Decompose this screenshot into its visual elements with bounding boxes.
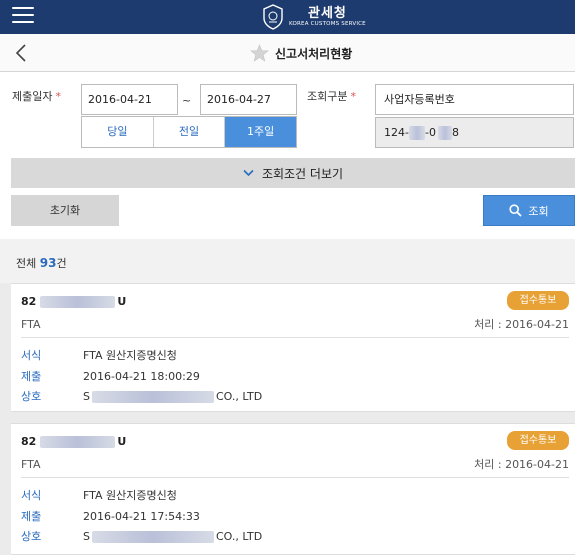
search-button[interactable]: 조회: [483, 195, 575, 226]
record-type: FTA: [21, 458, 41, 471]
total-count: 전체 93건: [16, 255, 67, 271]
form-value: FTA 원산지증명신청: [83, 349, 177, 362]
card-divider: [21, 337, 569, 338]
search-icon: [509, 204, 523, 217]
total-number: 93: [39, 256, 57, 270]
card-divider: [21, 477, 569, 478]
company-key: 상호: [21, 530, 42, 543]
record-type: FTA: [21, 318, 41, 331]
biz-no-suffix: 8: [451, 126, 459, 139]
chevron-down-icon: [243, 169, 254, 177]
status-badge: 접수통보: [507, 291, 569, 310]
date-to-input[interactable]: 2016-04-27: [200, 84, 297, 115]
processed-date: 처리 : 2016-04-21: [474, 318, 569, 331]
required-mark: *: [350, 90, 356, 103]
decl-no-prefix: 82: [21, 435, 37, 448]
decl-no-suffix: U: [117, 435, 127, 448]
company-suffix: CO., LTD: [215, 390, 263, 403]
company-prefix: S: [83, 390, 90, 403]
query-label-wrap: 조회구분 *: [307, 88, 356, 104]
date-label-wrap: 제출일자 *: [12, 88, 61, 104]
submit-key: 제출: [21, 510, 42, 523]
submit-row: 제출 2016-04-21 17:54:33: [21, 508, 200, 524]
query-type-select[interactable]: 사업자등록번호: [375, 84, 574, 115]
company-row: 상호 S CO., LTD: [21, 388, 262, 404]
total-suffix: 건: [56, 257, 67, 270]
form-row: 서식 FTA 원산지증명신청: [21, 487, 177, 503]
back-icon[interactable]: [13, 42, 29, 64]
more-conditions-label: 조회조건 더보기: [261, 166, 344, 181]
declaration-number: 82 U: [21, 295, 126, 308]
period-yesterday-button[interactable]: 전일: [153, 117, 226, 147]
period-selector: 당일 전일 1주일: [81, 116, 297, 148]
total-prefix: 전체: [16, 257, 40, 270]
masked-number: [40, 295, 116, 308]
date-from-input[interactable]: 2016-04-21: [81, 84, 178, 115]
biz-no-mid: -0: [424, 126, 436, 139]
form-value: FTA 원산지증명신청: [83, 489, 177, 502]
result-summary-bar: 전체 93건: [0, 239, 575, 283]
decl-no-prefix: 82: [21, 295, 37, 308]
favorite-star-icon[interactable]: [250, 44, 269, 62]
processed-date: 처리 : 2016-04-21: [474, 458, 569, 471]
logo-title: 관세청: [307, 5, 347, 21]
company-key: 상호: [21, 390, 42, 403]
logo-subtitle: KOREA CUSTOMS SERVICE: [289, 20, 366, 27]
company-prefix: S: [83, 530, 90, 543]
date-label: 제출일자: [12, 90, 53, 103]
page-title-wrap: 신고서처리현황: [250, 44, 352, 62]
required-mark: *: [55, 90, 61, 103]
form-key: 서식: [21, 349, 42, 362]
masked-digits: [408, 126, 425, 140]
form-key: 서식: [21, 489, 42, 502]
record-card[interactable]: 82 U 접수통보 FTA 처리 : 2016-04-21 서식 FTA 원산지증명…: [11, 283, 575, 412]
period-today-button[interactable]: 당일: [82, 117, 154, 147]
logo-text: 관세청 KOREA CUSTOMS SERVICE: [289, 7, 366, 28]
masked-company: [91, 531, 214, 543]
company-suffix: CO., LTD: [215, 530, 263, 543]
more-conditions-toggle[interactable]: 조회조건 더보기: [11, 158, 575, 188]
form-row: 서식 FTA 원산지증명신청: [21, 347, 177, 363]
submit-key: 제출: [21, 370, 42, 383]
company-row: 상호 S CO., LTD: [21, 528, 262, 544]
status-badge: 접수통보: [507, 431, 569, 450]
record-card[interactable]: 82 U 접수통보 FTA 처리 : 2016-04-21 서식 FTA 원산지증명…: [11, 423, 575, 555]
period-week-button[interactable]: 1주일: [225, 117, 297, 147]
biz-no-prefix: 124-: [384, 126, 409, 139]
query-label: 조회구분: [307, 90, 348, 103]
masked-digits: [437, 126, 452, 140]
top-bar: 관세청 KOREA CUSTOMS SERVICE: [0, 0, 575, 34]
business-number-field[interactable]: 124- -0 8: [375, 117, 574, 148]
menu-icon[interactable]: [12, 7, 34, 25]
page-title: 신고서처리현황: [275, 46, 353, 61]
submit-row: 제출 2016-04-21 18:00:29: [21, 368, 200, 384]
decl-no-suffix: U: [117, 295, 127, 308]
declaration-number: 82 U: [21, 435, 126, 448]
search-button-label: 조회: [528, 204, 549, 218]
emblem-icon: [263, 4, 283, 30]
date-separator: ~: [182, 94, 192, 107]
submit-value: 2016-04-21 17:54:33: [83, 510, 200, 523]
customs-logo[interactable]: 관세청 KOREA CUSTOMS SERVICE: [262, 2, 366, 32]
masked-company: [91, 391, 214, 403]
submit-value: 2016-04-21 18:00:29: [83, 370, 200, 383]
reset-button[interactable]: 초기화: [11, 195, 119, 226]
title-bar: 신고서처리현황: [0, 34, 575, 72]
masked-number: [40, 435, 116, 448]
